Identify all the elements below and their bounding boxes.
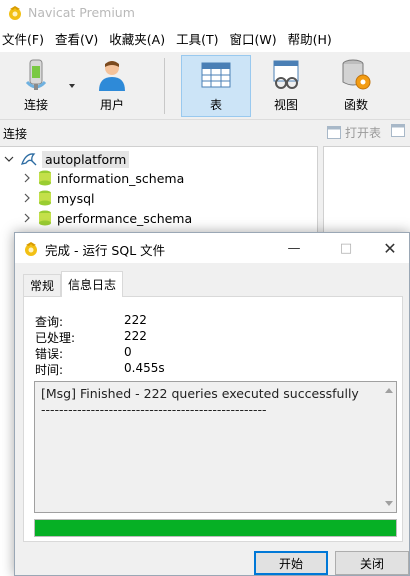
view-label: 视图	[273, 98, 298, 112]
dialog-title: 完成 - 运行 SQL 文件	[45, 243, 166, 258]
scroll-down-arrow-icon[interactable]	[385, 501, 393, 506]
log-output[interactable]: [Msg] Finished - 222 queries executed su…	[34, 381, 397, 513]
minimize-icon: —	[287, 240, 301, 256]
title-bar: Navicat Premium	[0, 0, 410, 28]
user-icon	[99, 61, 125, 91]
progress-bar-fill	[35, 520, 396, 536]
dialog-title-bar: 完成 - 运行 SQL 文件 — □ ✕	[15, 233, 409, 263]
tree-item-database[interactable]: performance_schema	[22, 208, 192, 228]
stat-label: 查询:	[35, 315, 64, 329]
design-table-icon[interactable]	[391, 124, 405, 137]
tab-message-log[interactable]: 信息日志	[61, 271, 124, 297]
table-label: 表	[209, 98, 222, 112]
menu-tools[interactable]: 工具(T)	[175, 28, 219, 52]
stat-label: 已处理:	[35, 331, 76, 345]
start-button[interactable]: 开始	[254, 551, 328, 575]
log-line: [Msg] Finished - 222 queries executed su…	[41, 386, 359, 401]
progress-bar	[34, 519, 397, 537]
menu-view[interactable]: 查看(V)	[54, 28, 99, 52]
connection-plug-icon	[25, 59, 47, 90]
menu-help[interactable]: 帮助(H)	[287, 28, 333, 52]
database-icon	[39, 170, 51, 186]
minimize-button[interactable]: —	[271, 233, 317, 263]
database-icon	[39, 210, 51, 226]
menu-bar: 文件(F) 查看(V) 收藏夹(A) 工具(T) 窗口(W) 帮助(H)	[0, 28, 410, 52]
toolbar: 连接 用户 表 视图 函数	[0, 52, 410, 120]
open-table-label: 打开表	[345, 126, 382, 140]
chevron-right-icon[interactable]	[22, 173, 32, 183]
tree-item-database[interactable]: information_schema	[22, 168, 184, 188]
tree-item-label: mysql	[57, 190, 95, 206]
stat-label: 错误:	[35, 347, 64, 361]
connect-button[interactable]: 连接	[12, 56, 60, 116]
view-glasses-icon	[273, 60, 299, 89]
open-table-button[interactable]: 打开表	[327, 124, 381, 141]
view-button[interactable]: 视图	[262, 56, 310, 116]
close-button[interactable]: 关闭	[335, 551, 409, 575]
open-table-icon	[327, 126, 341, 139]
tree-item-label: autoplatform	[42, 150, 130, 168]
function-database-gear-icon	[342, 59, 371, 90]
connection-header-label: 连接	[3, 127, 28, 141]
stat-time: 时间: 0.455s	[35, 361, 165, 378]
message-log-panel: 查询: 222 已处理: 222 错误: 0 时间: 0.455s [Msg] …	[23, 296, 403, 542]
scroll-up-arrow-icon[interactable]	[385, 388, 393, 393]
menu-file[interactable]: 文件(F)	[1, 28, 45, 52]
window-title: Navicat Premium	[28, 5, 135, 20]
user-label: 用户	[99, 98, 124, 112]
stat-value: 0	[124, 345, 132, 359]
navicat-logo-icon	[25, 242, 37, 256]
tree-item-database[interactable]: mysql	[22, 188, 95, 208]
chevron-down-icon[interactable]	[4, 154, 14, 164]
stat-value: 0.455s	[124, 361, 165, 375]
stat-label: 时间:	[35, 363, 64, 377]
function-button[interactable]: 函数	[332, 56, 380, 116]
menu-window[interactable]: 窗口(W)	[228, 28, 277, 52]
tree-item-root[interactable]: autoplatform	[4, 149, 130, 169]
mysql-dolphin-icon	[20, 153, 37, 166]
log-scrollbar[interactable]	[382, 382, 396, 512]
database-icon	[39, 190, 51, 206]
function-label: 函数	[343, 98, 368, 112]
tree-item-label: information_schema	[57, 170, 185, 186]
stat-queries: 查询: 222	[35, 313, 147, 330]
chevron-right-icon[interactable]	[22, 213, 32, 223]
table-button[interactable]: 表	[181, 55, 251, 117]
tab-general[interactable]: 常规	[23, 274, 62, 296]
maximize-button[interactable]: □	[323, 233, 369, 263]
connect-label: 连接	[23, 98, 48, 112]
connect-dropdown-arrow-icon[interactable]	[69, 84, 75, 88]
toolbar-separator	[164, 58, 165, 114]
dialog-tabs: 常规 信息日志	[23, 271, 124, 297]
stat-value: 222	[124, 313, 147, 327]
user-button[interactable]: 用户	[88, 56, 136, 116]
stat-value: 222	[124, 329, 147, 343]
stat-processed: 已处理: 222	[35, 329, 147, 346]
log-line: ----------------------------------------…	[41, 402, 267, 417]
chevron-right-icon[interactable]	[22, 193, 32, 203]
table-icon	[201, 62, 231, 88]
run-sql-dialog: 完成 - 运行 SQL 文件 — □ ✕ 常规 信息日志 查询: 222 已处理…	[14, 232, 410, 576]
maximize-icon: □	[339, 240, 353, 256]
menu-favorites[interactable]: 收藏夹(A)	[108, 28, 166, 52]
close-window-button[interactable]: ✕	[367, 233, 410, 263]
navicat-logo-icon	[9, 6, 21, 20]
tree-item-label: performance_schema	[57, 210, 193, 226]
stat-errors: 错误: 0	[35, 345, 132, 362]
close-icon: ✕	[383, 238, 397, 258]
